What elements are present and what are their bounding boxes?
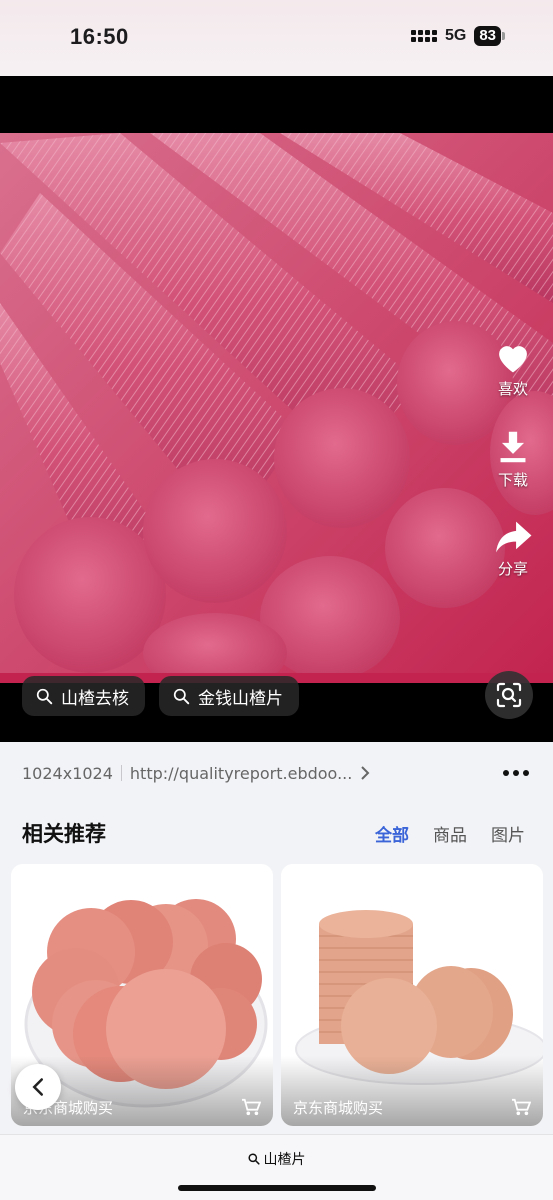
battery-icon: 83 [474, 26, 505, 46]
like-button[interactable]: 喜欢 [494, 340, 532, 399]
side-actions: 喜欢 下载 分享 [493, 340, 533, 579]
image-viewer[interactable]: 喜欢 下载 分享 山楂去核 金钱山楂片 [0, 76, 553, 742]
lens-icon [496, 682, 522, 708]
download-icon [500, 431, 526, 463]
share-icon [496, 521, 532, 553]
related-card[interactable]: 京东商城购买 [281, 864, 543, 1126]
download-button[interactable]: 下载 [496, 429, 530, 490]
search-chip[interactable]: 金钱山楂片 [159, 676, 299, 716]
like-label: 喜欢 [497, 380, 528, 398]
share-label: 分享 [497, 560, 528, 578]
related-header: 相关推荐 全部 商品 图片 [0, 804, 553, 862]
cart-icon[interactable] [511, 1098, 531, 1116]
status-bar: 16:50 5G 83 [0, 0, 553, 76]
heart-icon [499, 346, 527, 373]
related-title: 相关推荐 [22, 822, 106, 846]
home-indicator [178, 1185, 376, 1191]
battery-level: 83 [474, 26, 501, 46]
bottom-search[interactable]: 山楂片 [0, 1149, 553, 1169]
filter-tabs: 全部 商品 图片 [375, 821, 525, 846]
search-icon [247, 1153, 260, 1165]
share-button[interactable]: 分享 [493, 520, 533, 579]
download-label: 下载 [497, 471, 528, 489]
cart-icon[interactable] [241, 1098, 261, 1116]
source-link[interactable]: http://qualityreport.ebdoo... [130, 764, 352, 783]
network-type: 5G [444, 27, 467, 44]
tab-images[interactable]: 图片 [491, 821, 525, 846]
bottom-bar: 山楂片 [0, 1134, 553, 1200]
chevron-left-icon [32, 1078, 43, 1096]
tab-products[interactable]: 商品 [433, 821, 467, 846]
visual-search-button[interactable] [485, 671, 533, 719]
chevron-right-icon[interactable] [358, 765, 372, 781]
chip-label: 金钱山楂片 [198, 688, 283, 709]
tab-all[interactable]: 全部 [375, 821, 409, 846]
more-icon[interactable] [503, 770, 529, 776]
search-chips: 山楂去核 金钱山楂片 [22, 676, 299, 716]
status-indicators: 5G 83 [410, 26, 505, 46]
back-button[interactable] [15, 1064, 61, 1110]
image-dimensions: 1024x1024 [22, 763, 113, 783]
search-icon [36, 688, 53, 704]
search-icon [173, 688, 190, 704]
signal-icon [410, 30, 437, 42]
card-caption: 京东商城购买 [293, 1099, 384, 1117]
bottom-search-text: 山楂片 [263, 1152, 306, 1168]
main-photo[interactable] [0, 133, 553, 763]
divider [120, 765, 122, 781]
image-info-bar: 1024x1024 http://qualityreport.ebdoo... [0, 742, 553, 804]
chip-label: 山楂去核 [61, 688, 129, 709]
status-time: 16:50 [70, 24, 129, 49]
search-chip[interactable]: 山楂去核 [22, 676, 145, 716]
